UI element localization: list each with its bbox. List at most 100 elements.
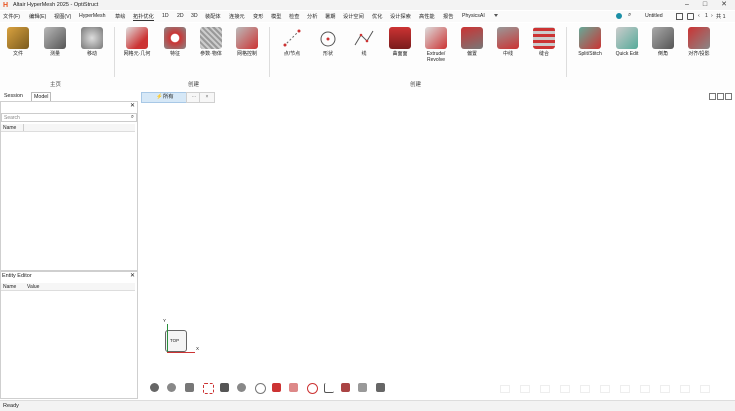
maximize-button[interactable]: □ — [698, 0, 712, 10]
close-icon[interactable]: ✕ — [130, 272, 135, 279]
menu-overflow-icon[interactable] — [494, 14, 498, 17]
search-icon[interactable]: ⌕ — [628, 12, 631, 19]
browser-column-header: Name — [1, 124, 135, 132]
mesh-control-tool[interactable]: 网格控制 — [229, 27, 265, 57]
viewport-layout-icon[interactable] — [709, 93, 716, 100]
menu-1d[interactable]: 1D — [162, 13, 169, 19]
menu-2d[interactable]: 2D — [177, 13, 184, 19]
display-icon[interactable] — [341, 383, 350, 392]
extrude-revolve-tool[interactable]: Extrude/ Revolve — [418, 27, 454, 63]
feature-tool[interactable]: 特征 — [157, 27, 193, 57]
window-layout-icon[interactable] — [676, 13, 683, 20]
axis-x-label: X — [196, 346, 200, 351]
line-tool[interactable]: 线 — [346, 27, 382, 57]
shade-icon[interactable] — [185, 383, 194, 392]
menu-edit[interactable]: 编辑(E) — [29, 13, 46, 20]
menu-analysis[interactable]: 分析 — [307, 13, 317, 20]
section-icon[interactable] — [272, 383, 281, 392]
move-tool[interactable]: 移动 — [74, 27, 110, 57]
column-name: Name — [3, 125, 17, 131]
view-cube[interactable]: TOP — [165, 330, 187, 352]
ribbon-separator — [269, 27, 270, 77]
midline-icon — [497, 27, 519, 49]
quick-edit-icon — [616, 27, 638, 49]
page-next-icon[interactable]: › — [711, 13, 713, 19]
ribbon-separator — [114, 27, 115, 77]
surface-tool[interactable]: 曲面面 — [382, 27, 418, 57]
align-project-tool[interactable]: 对齐/投影 — [681, 27, 717, 57]
menu-physicsai[interactable]: PhysicsAI — [462, 13, 485, 19]
altair-one-icon[interactable] — [616, 12, 622, 19]
ribbon-separator — [566, 27, 567, 77]
split-stitch-icon — [579, 27, 601, 49]
menu-design-explore[interactable]: 设计探索 — [390, 13, 411, 20]
viewport-maximize-icon[interactable] — [725, 93, 732, 100]
ghost-icon — [560, 385, 570, 393]
chamfer-icon — [652, 27, 674, 49]
close-button[interactable]: ✕ — [717, 0, 731, 10]
offset-tool[interactable]: 偏置 — [454, 27, 490, 57]
axis-icon[interactable] — [324, 383, 334, 393]
point-node-tool[interactable]: 点/节点 — [274, 27, 310, 57]
mesh-control-icon — [236, 27, 258, 49]
menu-model[interactable]: 模型 — [271, 13, 281, 20]
midline-tool[interactable]: 中线 — [490, 27, 526, 57]
rotate-icon[interactable] — [150, 383, 159, 392]
sphere-icon[interactable] — [167, 383, 176, 392]
align-project-label: 对齐/投影 — [688, 51, 710, 57]
tab-model[interactable]: Model — [31, 92, 52, 101]
menu-hpc[interactable]: 高性能 — [419, 13, 435, 20]
clip-icon[interactable] — [289, 383, 298, 392]
page-prev-icon[interactable]: ‹ — [698, 13, 700, 19]
menu-design-space[interactable]: 设计空间 — [343, 13, 364, 20]
fit-icon[interactable] — [203, 383, 214, 394]
mesh-geometry-tool[interactable]: 网格元·几何 — [119, 27, 155, 57]
menu-optimize[interactable]: 优化 — [372, 13, 382, 20]
menu-summer[interactable]: 暑期 — [325, 13, 335, 20]
search-input[interactable]: Search ⌕ — [1, 113, 137, 122]
menu-connectors[interactable]: 连接元 — [229, 13, 245, 20]
filter-clear-button[interactable]: × — [199, 92, 215, 103]
document-dropdown[interactable]: Untitled — [645, 13, 663, 19]
close-icon[interactable]: ✕ — [130, 102, 135, 109]
capture-icon[interactable] — [376, 383, 385, 392]
menu-check[interactable]: 检查 — [289, 13, 299, 20]
shape-tool[interactable]: 形状 — [310, 27, 346, 57]
menu-view[interactable]: 视图(V) — [54, 13, 71, 20]
point-node-icon — [283, 29, 301, 47]
page-icon[interactable] — [687, 13, 694, 20]
menu-report[interactable]: 报告 — [443, 13, 453, 20]
file-tool[interactable]: 文件 — [0, 27, 36, 57]
shape-icon — [320, 31, 336, 47]
ribbon-group-home: 主页 — [50, 82, 62, 88]
menu-bar — [0, 11, 735, 22]
menu-hypermesh[interactable]: HyperMesh — [79, 13, 106, 19]
menu-sketch[interactable]: 草绘 — [115, 13, 125, 20]
filter-all-chip[interactable]: ⚡ 所有 — [141, 92, 188, 103]
menu-assembly[interactable]: 装配体 — [205, 13, 221, 20]
ghost-icon — [640, 385, 650, 393]
ribbon-group-create: 创建 — [188, 82, 200, 88]
measure-tool[interactable]: 测量 — [37, 27, 73, 57]
title-bar — [0, 0, 735, 10]
target-icon[interactable] — [307, 383, 318, 394]
param-body-tool[interactable]: 参数·物体 — [193, 27, 229, 57]
minimize-button[interactable]: – — [680, 0, 694, 10]
quick-edit-tool[interactable]: Quick Edit — [609, 27, 645, 57]
spin-icon[interactable] — [255, 383, 266, 394]
menu-topology-opt[interactable]: 拓扑优化 — [133, 13, 154, 21]
menu-morph[interactable]: 变形 — [253, 13, 263, 20]
split-stitch-label: Split/Stitch — [578, 51, 602, 57]
pan-icon[interactable] — [237, 383, 246, 392]
zoom-icon[interactable] — [220, 383, 229, 392]
quick-edit-label: Quick Edit — [615, 51, 639, 57]
split-stitch-tool[interactable]: Split/Stitch — [572, 27, 608, 57]
transparency-icon[interactable] — [358, 383, 367, 392]
stitch-tool[interactable]: 缝合 — [526, 27, 562, 57]
viewport-split-icon[interactable] — [717, 93, 724, 100]
view-cube-label: TOP — [170, 338, 180, 343]
chamfer-tool[interactable]: 倒角 — [645, 27, 681, 57]
menu-file[interactable]: 文件(F) — [3, 13, 20, 20]
menu-3d[interactable]: 3D — [191, 13, 198, 19]
tab-session[interactable]: Session — [2, 92, 25, 100]
